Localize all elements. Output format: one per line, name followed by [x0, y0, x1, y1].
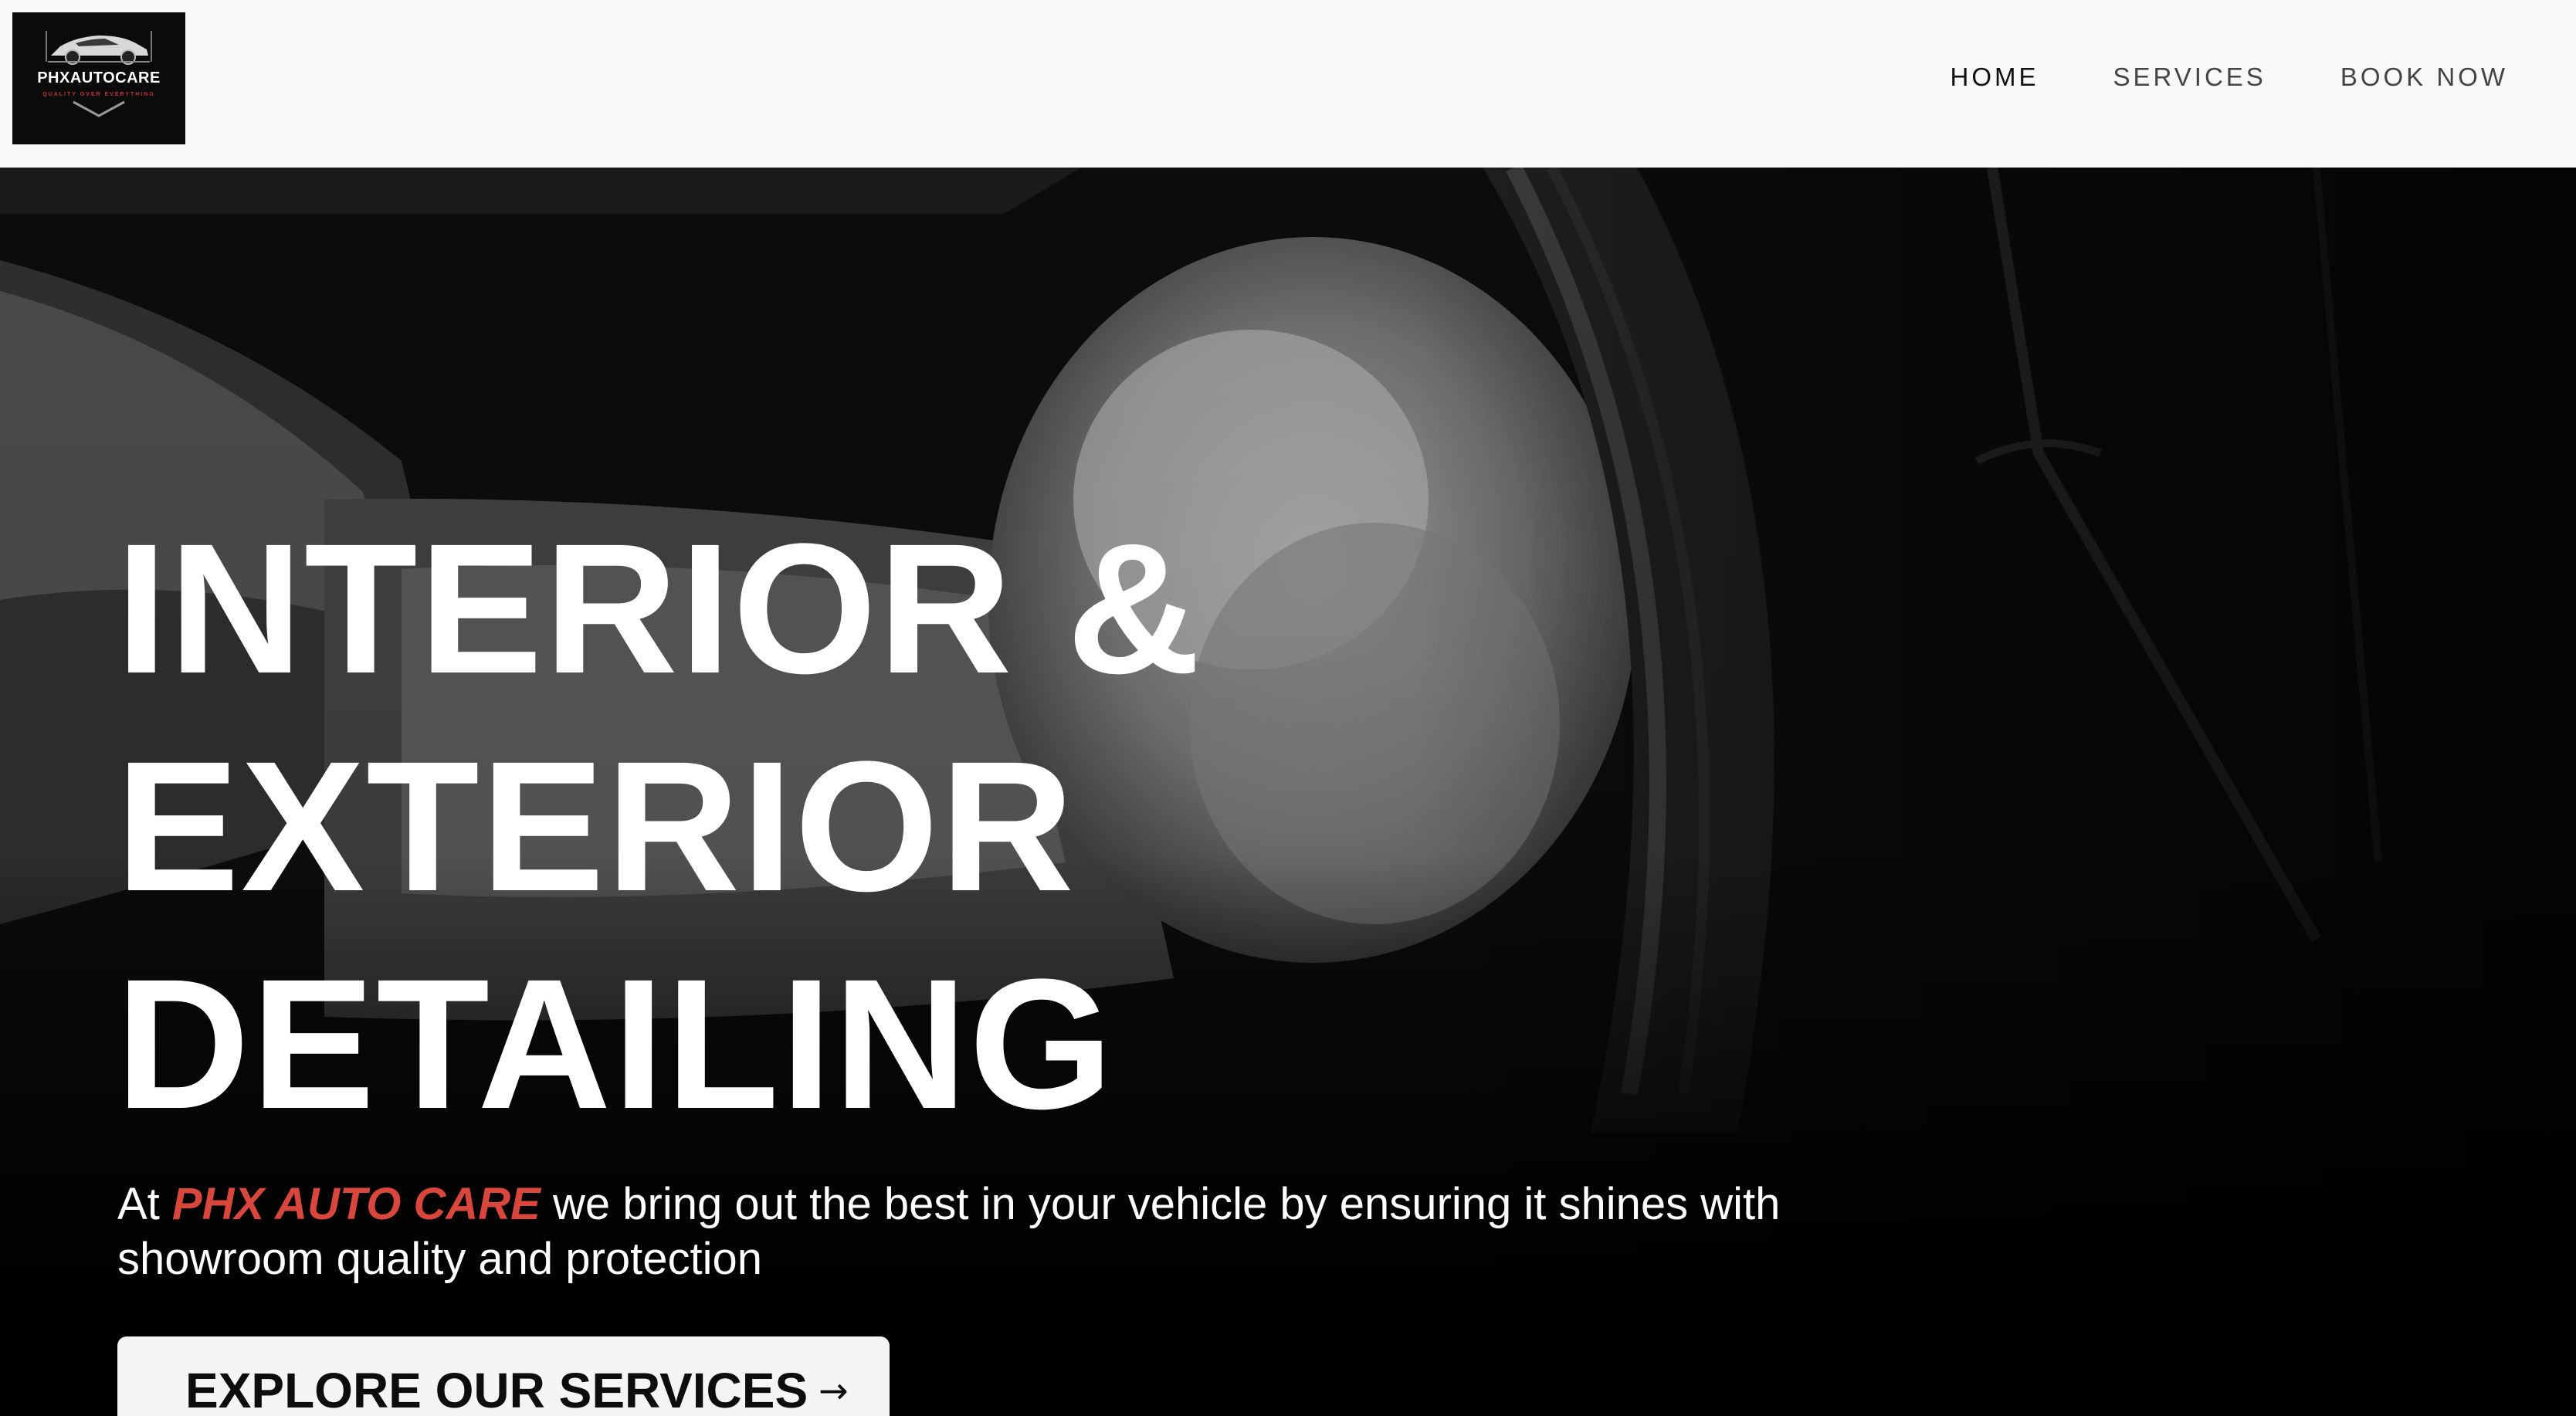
hero-headline-line-3: DETAILING	[116, 940, 1115, 1147]
hero-section: INTERIOR & EXTERIOR DETAILING At PHX AUT…	[0, 168, 2576, 1416]
main-nav: HOME SERVICES BOOK NOW	[1876, 0, 2508, 154]
nav-item-home[interactable]: HOME	[1951, 63, 2039, 92]
hero-intro-brand: PHX AUTO CARE	[171, 1179, 541, 1229]
arrow-right-icon: →	[819, 1370, 849, 1411]
nav-item-services[interactable]: SERVICES	[2113, 63, 2266, 92]
nav-item-book-now[interactable]: BOOK NOW	[2340, 63, 2508, 92]
hero-intro-prefix: At	[117, 1179, 172, 1229]
sports-car-emblem-icon	[46, 31, 152, 65]
logo-tagline: QUALITY OVER EVERYTHING	[42, 92, 155, 97]
chevron-emblem-icon	[73, 100, 125, 117]
hero-intro-text: At PHX AUTO CARE we bring out the best i…	[117, 1177, 1893, 1286]
logo-title: PHXAUTOCARE	[37, 69, 161, 86]
explore-services-button[interactable]: EXPLORE OUR SERVICES →	[117, 1336, 890, 1416]
hero-headline-line-1: INTERIOR &	[116, 505, 1202, 712]
explore-services-label: EXPLORE OUR SERVICES	[185, 1363, 808, 1416]
hero-headline: INTERIOR & EXTERIOR DETAILING	[116, 500, 1202, 1153]
logo[interactable]: PHXAUTOCARE QUALITY OVER EVERYTHING	[12, 12, 185, 144]
site-header: PHXAUTOCARE QUALITY OVER EVERYTHING HOME…	[0, 0, 2576, 168]
hero-headline-line-2: EXTERIOR	[116, 723, 1076, 930]
